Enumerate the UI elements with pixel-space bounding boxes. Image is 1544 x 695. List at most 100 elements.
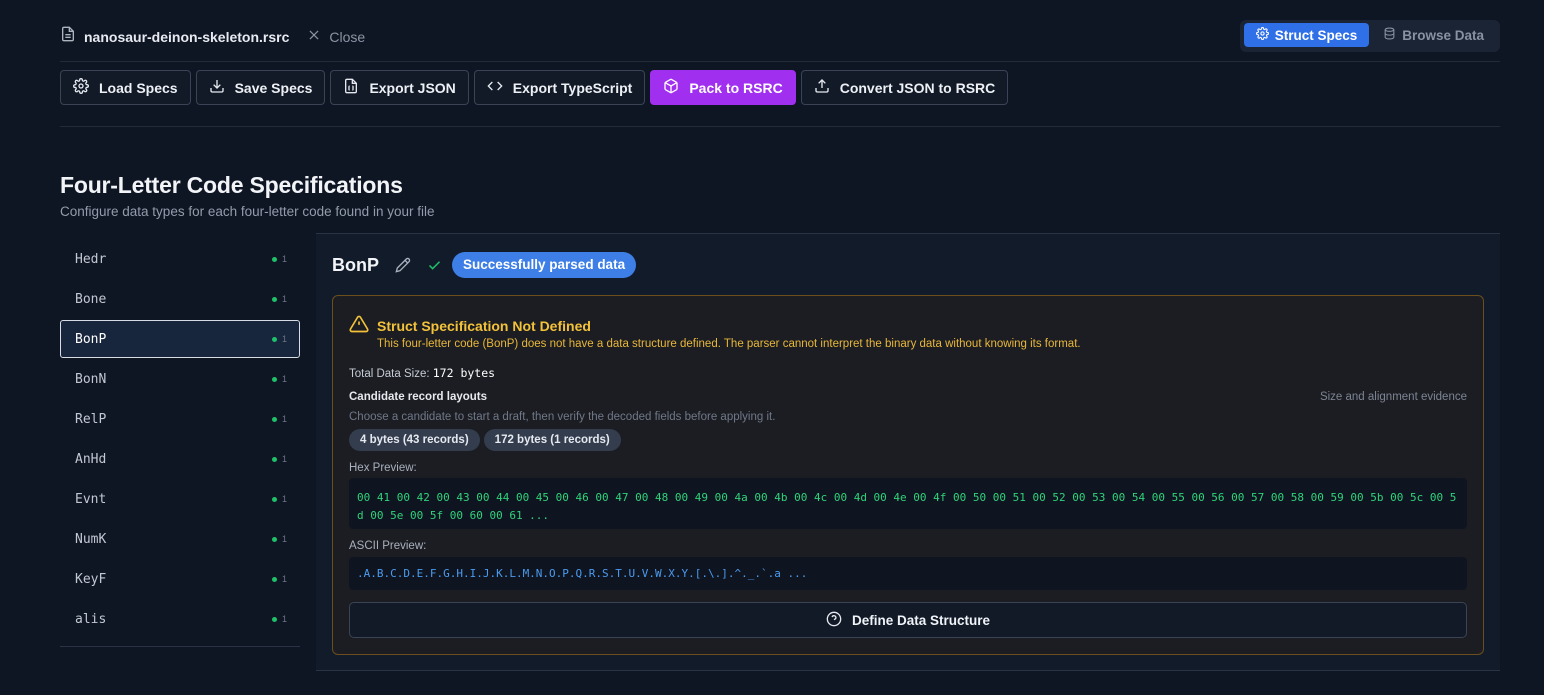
ascii-preview-text: .A.B.C.D.E.F.G.H.I.J.K.L.M.N.O.P.Q.R.S.T… — [357, 567, 808, 580]
close-icon — [307, 28, 321, 45]
warning-icon — [349, 314, 369, 337]
sidebar-item-alis[interactable]: alis 1 — [60, 600, 300, 638]
status-dot — [271, 576, 277, 582]
sidebar-item-label: Bone — [75, 291, 107, 307]
tab-browse-data-label: Browse Data — [1402, 27, 1484, 43]
sidebar-item-label: RelP — [75, 411, 107, 427]
export-json-button[interactable]: Export JSON — [330, 70, 469, 105]
export-typescript-label: Export TypeScript — [512, 79, 633, 96]
divider — [60, 646, 300, 647]
tab-browse-data[interactable]: Browse Data — [1371, 23, 1496, 47]
status-dot — [271, 376, 277, 382]
status-dot — [271, 296, 277, 302]
sidebar-item-numk[interactable]: NumK 1 — [60, 520, 300, 558]
sidebar-item-label: KeyF — [75, 571, 107, 587]
sidebar-item-count: 1 — [271, 614, 287, 624]
view-toggle: Struct Specs Browse Data — [1239, 20, 1500, 52]
sidebar-item-label: BonN — [75, 371, 107, 387]
ascii-preview: .A.B.C.D.E.F.G.H.I.J.K.L.M.N.O.P.Q.R.S.T… — [349, 557, 1467, 590]
hex-preview: 00 41 00 42 00 43 00 44 00 45 00 46 00 4… — [349, 478, 1467, 529]
define-data-structure-label: Define Data Structure — [851, 612, 991, 628]
define-data-structure-button[interactable]: Define Data Structure — [349, 602, 1467, 638]
page-title: Four-Letter Code Specifications — [60, 172, 403, 198]
package-icon — [663, 78, 679, 97]
total-size: Total Data Size: 172 bytes — [349, 366, 495, 380]
divider — [60, 126, 1500, 127]
check-icon — [427, 258, 442, 273]
hex-preview-label: Hex Preview: — [349, 462, 417, 474]
file-info: nanosaur-deinon-skeleton.rsrc Close — [60, 26, 365, 47]
sidebar-item-evnt[interactable]: Evnt 1 — [60, 480, 300, 518]
tab-struct-specs[interactable]: Struct Specs — [1243, 23, 1370, 47]
file-json-icon — [343, 78, 359, 97]
status-dot — [271, 336, 277, 342]
sidebar-item-hedr[interactable]: Hedr 1 — [60, 240, 300, 278]
ascii-preview-label: ASCII Preview: — [349, 540, 427, 552]
upload-icon — [814, 78, 830, 97]
sidebar-item-relp[interactable]: RelP 1 — [60, 400, 300, 438]
download-icon — [209, 78, 225, 97]
sidebar-item-bone[interactable]: Bone 1 — [60, 280, 300, 318]
detail-header: BonP Successfully parsed data — [332, 252, 637, 278]
warning-title: Struct Specification Not Defined — [377, 317, 591, 334]
sidebar-item-count: 1 — [271, 294, 287, 304]
toolbar: Load Specs Save Specs Export JSON Export… — [60, 70, 1009, 105]
sidebar-item-label: NumK — [75, 531, 107, 547]
candidate-chip[interactable]: 4 bytes (43 records) — [349, 429, 480, 451]
close-button[interactable]: Close — [307, 28, 365, 45]
load-specs-button[interactable]: Load Specs — [60, 70, 191, 105]
status-dot — [271, 416, 277, 422]
sidebar-item-count: 1 — [271, 334, 287, 344]
file-name: nanosaur-deinon-skeleton.rsrc — [84, 28, 290, 45]
sidebar-item-count: 1 — [271, 374, 287, 384]
gear-icon — [73, 78, 89, 97]
pack-to-rsrc-label: Pack to RSRC — [689, 79, 783, 96]
sidebar-item-label: alis — [75, 611, 107, 627]
help-circle-icon — [826, 611, 842, 630]
warning-header: Struct Specification Not Defined — [349, 314, 591, 337]
sidebar-item-bonn[interactable]: BonN 1 — [60, 360, 300, 398]
export-json-label: Export JSON — [369, 79, 456, 96]
pencil-icon[interactable] — [395, 257, 411, 273]
top-bar: nanosaur-deinon-skeleton.rsrc Close Stru… — [60, 20, 1500, 52]
sidebar-item-count: 1 — [271, 454, 287, 464]
status-dot — [271, 256, 277, 262]
file-icon — [60, 26, 76, 47]
sidebar-item-anhd[interactable]: AnHd 1 — [60, 440, 300, 478]
load-specs-label: Load Specs — [99, 79, 178, 96]
tab-struct-specs-label: Struct Specs — [1274, 27, 1358, 43]
total-size-value: 172 bytes — [432, 366, 496, 380]
sidebar-item-count: 1 — [271, 494, 287, 504]
close-label: Close — [329, 28, 366, 45]
export-typescript-button[interactable]: Export TypeScript — [473, 70, 646, 105]
code-title: BonP — [332, 254, 379, 275]
candidates-subtitle: Choose a candidate to start a draft, the… — [349, 411, 776, 423]
candidate-chip[interactable]: 172 bytes (1 records) — [483, 429, 621, 451]
hex-preview-text: 00 41 00 42 00 43 00 44 00 45 00 46 00 4… — [357, 491, 1457, 522]
detail-panel: BonP Successfully parsed data Struct Spe… — [316, 233, 1500, 671]
code-list: Hedr 1 Bone 1 BonP 1 BonN 1 RelP 1 AnHd … — [60, 240, 300, 640]
sidebar-item-keyf[interactable]: KeyF 1 — [60, 560, 300, 598]
save-specs-button[interactable]: Save Specs — [195, 70, 326, 105]
convert-json-button[interactable]: Convert JSON to RSRC — [800, 70, 1009, 105]
warning-description: This four-letter code (BonP) does not ha… — [377, 338, 1081, 350]
sidebar-item-label: Evnt — [75, 491, 107, 507]
pack-to-rsrc-button[interactable]: Pack to RSRC — [650, 70, 796, 105]
convert-json-label: Convert JSON to RSRC — [839, 79, 996, 96]
page-subtitle: Configure data types for each four-lette… — [60, 204, 435, 219]
sidebar-item-count: 1 — [271, 574, 287, 584]
sidebar-item-count: 1 — [271, 534, 287, 544]
database-icon — [1383, 27, 1396, 43]
code-icon — [487, 78, 503, 97]
status-dot — [271, 536, 277, 542]
sidebar-item-label: AnHd — [75, 451, 107, 467]
sidebar-item-count: 1 — [271, 254, 287, 264]
divider — [60, 61, 1500, 62]
total-size-label: Total Data Size: — [349, 368, 430, 380]
gear-icon — [1255, 27, 1269, 43]
sidebar-item-bonp[interactable]: BonP 1 — [60, 320, 300, 358]
status-dot — [271, 456, 277, 462]
warning-box: Struct Specification Not Defined This fo… — [332, 295, 1484, 655]
status-dot — [271, 616, 277, 622]
save-specs-label: Save Specs — [234, 79, 313, 96]
